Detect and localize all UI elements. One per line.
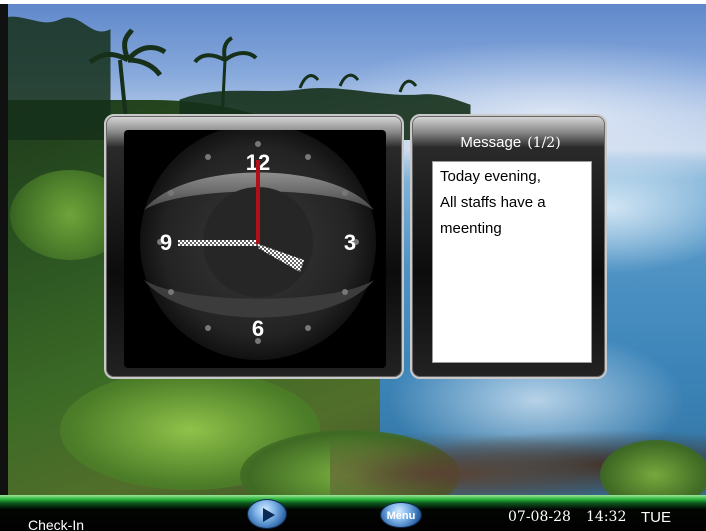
analog-clock: 12 3 6 9 [140, 130, 376, 360]
play-icon [263, 508, 275, 522]
message-line: meenting [440, 220, 502, 237]
clock-panel: 12 3 6 9 [104, 114, 404, 379]
message-panel: Message (1/2) Today evening, All staffs h… [410, 114, 607, 379]
second-hand [256, 160, 260, 244]
day-display: TUE [641, 509, 671, 526]
message-title: Message [460, 134, 522, 151]
message-line: Today evening, [440, 168, 541, 185]
screen-bezel [0, 0, 706, 4]
message-body: Today evening, All staffs have a meentin… [432, 161, 592, 363]
date-display: 07-08-28 [508, 509, 571, 525]
message-line: All staffs have a [440, 194, 546, 211]
menu-button[interactable]: Menu [380, 502, 422, 528]
numeral-6: 6 [252, 316, 264, 341]
message-header: Message (1/2) [412, 134, 609, 151]
play-button[interactable] [247, 499, 287, 529]
numeral-9: 9 [160, 230, 172, 255]
attendance-mode-label: Check-In [28, 517, 85, 531]
minute-hand [178, 240, 258, 246]
time-display: 14:32 [586, 509, 627, 525]
screen-bezel [0, 0, 8, 531]
numeral-3: 3 [344, 230, 356, 255]
message-pager[interactable]: (1/2) [527, 135, 560, 151]
clock-face-area: 12 3 6 9 [124, 130, 386, 368]
